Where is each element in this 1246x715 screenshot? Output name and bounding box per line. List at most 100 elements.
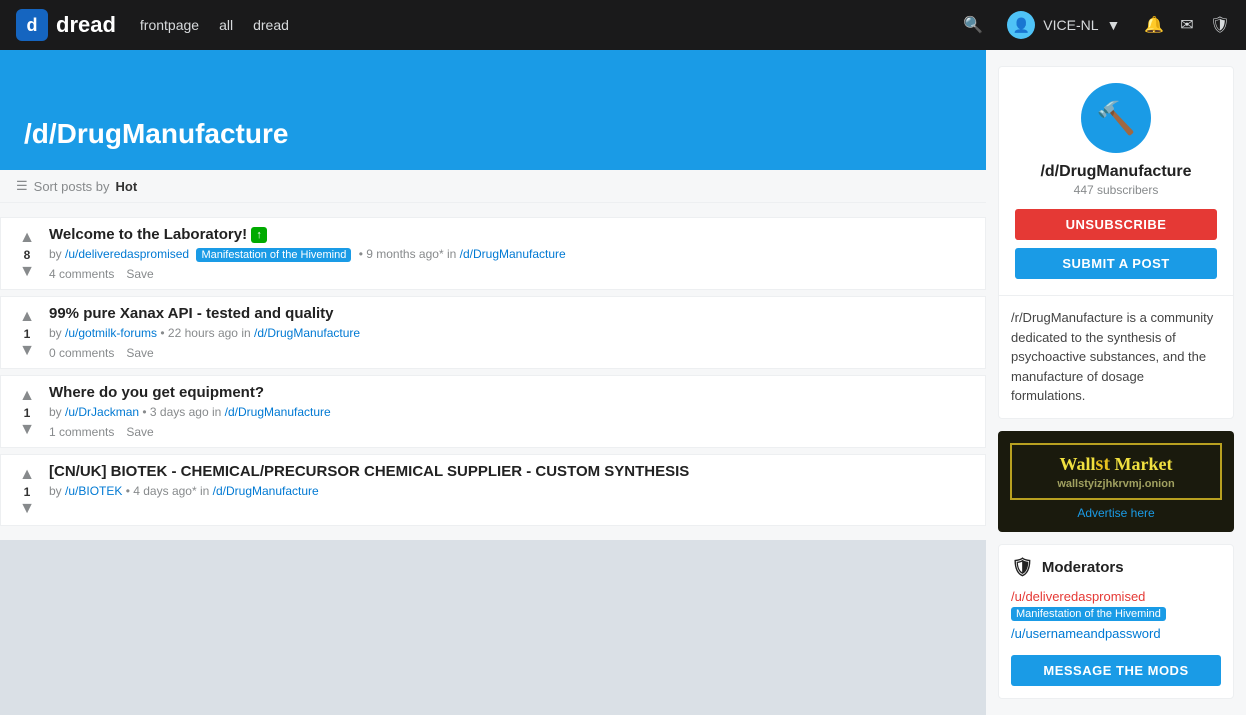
mods-title: Moderators <box>1042 559 1124 576</box>
post-author[interactable]: /u/deliveredaspromised <box>65 247 189 261</box>
post-meta: by /u/deliveredaspromised Manifestation … <box>49 247 973 261</box>
sub-name: /d/DrugManufacture <box>1040 163 1191 181</box>
nav-dread[interactable]: dread <box>253 17 289 33</box>
post-body: Where do you get equipment? by /u/DrJack… <box>49 384 973 439</box>
posts-area: ▲ 8 ▼ Welcome to the Laboratory!↑ by /u/… <box>0 203 986 540</box>
vote-count: 1 <box>24 485 31 499</box>
comments-link[interactable]: 0 comments <box>49 346 114 360</box>
post-title[interactable]: 99% pure Xanax API - tested and quality <box>49 305 973 322</box>
post-icon: ↑ <box>251 227 267 243</box>
sort-hot[interactable]: Hot <box>116 179 138 194</box>
sort-bar: ☰ Sort posts by Hot <box>0 170 986 203</box>
navbar: d dread frontpage all dread 🔍 👤 VICE-NL … <box>0 0 1246 50</box>
post-flair: Manifestation of the Hivemind <box>196 248 351 262</box>
post-card: ▲ 8 ▼ Welcome to the Laboratory!↑ by /u/… <box>0 217 986 290</box>
shield-icon[interactable]: 🛡 <box>1210 15 1230 35</box>
post-subreddit[interactable]: /d/DrugManufacture <box>460 247 566 261</box>
vote-count: 8 <box>24 248 31 262</box>
subreddit-title: /d/DrugManufacture <box>24 118 288 150</box>
post-card: ▲ 1 ▼ 99% pure Xanax API - tested and qu… <box>0 296 986 369</box>
ad-superscript: st <box>1096 453 1110 475</box>
post-body: [CN/UK] BIOTEK - CHEMICAL/PRECURSOR CHEM… <box>49 463 973 517</box>
nav-all[interactable]: all <box>219 17 233 33</box>
user-menu[interactable]: 👤 VICE-NL ▼ <box>1007 11 1120 39</box>
post-author[interactable]: /u/gotmilk-forums <box>65 326 157 340</box>
bell-icon[interactable]: 🔔 <box>1144 15 1164 35</box>
search-icon[interactable]: 🔍 <box>963 15 983 35</box>
post-subreddit[interactable]: /d/DrugManufacture <box>213 484 319 498</box>
sub-subscribers: 447 subscribers <box>1074 183 1159 197</box>
mod-item: /u/usernameandpassword <box>1011 625 1221 641</box>
post-title[interactable]: Where do you get equipment? <box>49 384 973 401</box>
sub-avatar-icon: 🔨 <box>1096 99 1136 137</box>
mods-shield-icon: 🛡 <box>1011 557 1034 578</box>
post-actions: 1 comments Save <box>49 425 973 439</box>
mail-icon[interactable]: ✉ <box>1180 15 1193 35</box>
sort-prefix: Sort posts by <box>34 179 110 194</box>
post-title[interactable]: Welcome to the Laboratory!↑ <box>49 226 973 243</box>
upvote-button[interactable]: ▲ <box>19 467 35 483</box>
post-body: 99% pure Xanax API - tested and quality … <box>49 305 973 360</box>
sidebar: 🔨 /d/DrugManufacture 447 subscribers UNS… <box>986 50 1246 715</box>
subreddit-header: /d/DrugManufacture <box>0 50 986 170</box>
save-button[interactable]: Save <box>126 267 153 281</box>
upvote-button[interactable]: ▲ <box>19 309 35 325</box>
upvote-button[interactable]: ▲ <box>19 230 35 246</box>
upvote-button[interactable]: ▲ <box>19 388 35 404</box>
post-author[interactable]: /u/DrJackman <box>65 405 139 419</box>
subreddit-info-card: 🔨 /d/DrugManufacture 447 subscribers UNS… <box>998 66 1234 419</box>
post-time: 22 hours ago <box>168 326 238 340</box>
post-time: 4 days ago* <box>133 484 196 498</box>
post-card: ▲ 1 ▼ Where do you get equipment? by /u/… <box>0 375 986 448</box>
downvote-button[interactable]: ▼ <box>19 264 35 280</box>
vote-count: 1 <box>24 406 31 420</box>
post-time: 9 months ago* <box>366 247 443 261</box>
vote-column: ▲ 1 ▼ <box>9 305 49 360</box>
avatar: 👤 <box>1007 11 1035 39</box>
mod-link-1[interactable]: /u/deliveredaspromised <box>1011 589 1145 604</box>
post-subreddit[interactable]: /d/DrugManufacture <box>225 405 331 419</box>
navbar-logo[interactable]: d dread <box>16 9 116 41</box>
nav-frontpage[interactable]: frontpage <box>140 17 199 33</box>
downvote-button[interactable]: ▼ <box>19 343 35 359</box>
unsubscribe-button[interactable]: UNSUBSCRIBE <box>1015 209 1217 240</box>
post-actions: 4 comments Save <box>49 267 973 281</box>
submit-post-button[interactable]: SUBMIT A POST <box>1015 248 1217 279</box>
post-meta: by /u/gotmilk-forums • 22 hours ago in /… <box>49 326 973 340</box>
mod-link-2[interactable]: /u/usernameandpassword <box>1011 626 1161 641</box>
save-button[interactable]: Save <box>126 425 153 439</box>
comments-link[interactable]: 1 comments <box>49 425 114 439</box>
mod-item: /u/deliveredaspromised Manifestation of … <box>1011 588 1221 621</box>
chevron-down-icon: ▼ <box>1107 17 1121 33</box>
save-button[interactable]: Save <box>126 346 153 360</box>
sub-avatar: 🔨 <box>1081 83 1151 153</box>
downvote-button[interactable]: ▼ <box>19 422 35 438</box>
ad-title: Wallst Market <box>1020 453 1212 476</box>
navbar-action-icons: 🔔 ✉ 🛡 <box>1144 15 1230 35</box>
post-actions: 0 comments Save <box>49 346 973 360</box>
advertise-link[interactable]: Advertise here <box>1077 506 1154 520</box>
navbar-links: frontpage all dread <box>140 17 289 33</box>
page-wrapper: /d/DrugManufacture ☰ Sort posts by Hot ▲… <box>0 50 1246 715</box>
sort-icon: ☰ <box>16 178 28 194</box>
downvote-button[interactable]: ▼ <box>19 501 35 517</box>
ad-url: wallstyizjhkrvmj.onion <box>1020 478 1212 490</box>
ad-content: Wallst Market wallstyizjhkrvmj.onion <box>1010 443 1222 500</box>
mod-flair-1: Manifestation of the Hivemind <box>1011 607 1166 621</box>
post-time: 3 days ago <box>150 405 209 419</box>
post-title[interactable]: [CN/UK] BIOTEK - CHEMICAL/PRECURSOR CHEM… <box>49 463 973 480</box>
advertisement-card: Wallst Market wallstyizjhkrvmj.onion Adv… <box>998 431 1234 532</box>
post-body: Welcome to the Laboratory!↑ by /u/delive… <box>49 226 973 281</box>
post-subreddit[interactable]: /d/DrugManufacture <box>254 326 360 340</box>
sub-info: 🔨 /d/DrugManufacture 447 subscribers UNS… <box>999 67 1233 295</box>
moderators-card: 🛡 Moderators /u/deliveredaspromised Mani… <box>998 544 1234 699</box>
sub-description: /r/DrugManufacture is a community dedica… <box>999 295 1233 418</box>
post-meta: by /u/BIOTEK • 4 days ago* in /d/DrugMan… <box>49 484 973 498</box>
comments-link[interactable]: 4 comments <box>49 267 114 281</box>
vote-column: ▲ 8 ▼ <box>9 226 49 281</box>
vote-column: ▲ 1 ▼ <box>9 384 49 439</box>
post-author[interactable]: /u/BIOTEK <box>65 484 122 498</box>
username: VICE-NL <box>1043 17 1098 33</box>
message-mods-button[interactable]: MESSAGE THE MODS <box>1011 655 1221 686</box>
logo-icon: d <box>16 9 48 41</box>
